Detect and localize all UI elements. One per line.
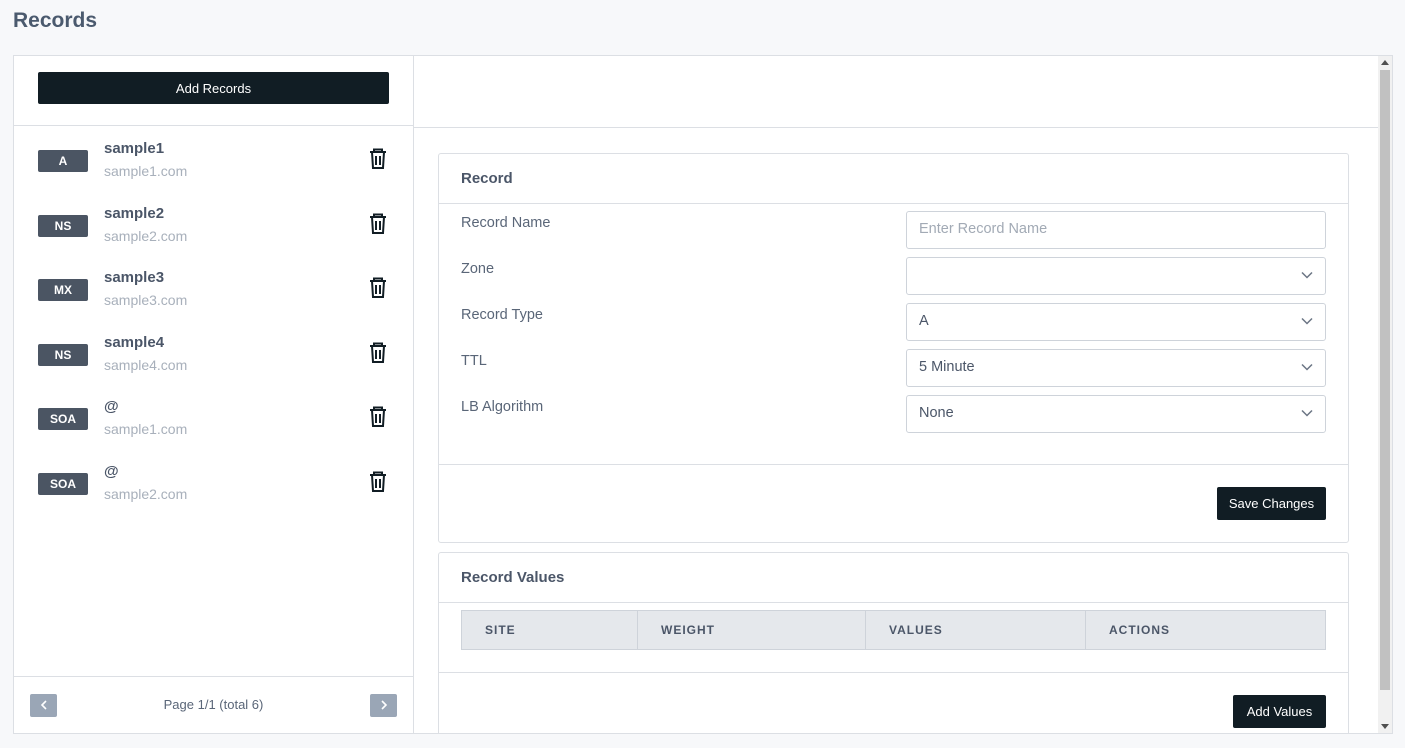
- record-item[interactable]: SOA @ sample1.com: [14, 384, 413, 449]
- record-domain: sample1.com: [104, 163, 188, 179]
- lb-algorithm-label: LB Algorithm: [461, 399, 544, 415]
- record-name-label: Record Name: [461, 215, 551, 231]
- trash-icon[interactable]: [368, 406, 388, 428]
- chevron-down-icon: [1301, 409, 1313, 417]
- add-records-button[interactable]: Add Records: [38, 72, 389, 104]
- sidebar-header: Add Records: [14, 56, 413, 126]
- zone-select[interactable]: [906, 257, 1326, 295]
- record-type-label: Record Type: [461, 307, 543, 323]
- values-table-header: SITE WEIGHT VALUES ACTIONS: [461, 610, 1326, 650]
- scroll-down-icon[interactable]: [1381, 724, 1389, 729]
- lb-algorithm-row: LB Algorithm None: [439, 388, 1348, 434]
- pagination-text: Page 1/1 (total 6): [163, 697, 264, 712]
- record-name: @: [104, 462, 119, 480]
- next-page-button[interactable]: [370, 694, 397, 717]
- record-type-badge: A: [38, 150, 88, 172]
- record-type-badge: MX: [38, 279, 88, 301]
- add-values-button[interactable]: Add Values: [1233, 695, 1326, 728]
- column-actions: ACTIONS: [1109, 623, 1170, 637]
- record-type-badge: NS: [38, 343, 88, 366]
- chevron-right-icon: [380, 700, 387, 710]
- record-item[interactable]: SOA @ sample2.com: [14, 449, 413, 514]
- pagination: Page 1/1 (total 6): [14, 676, 413, 733]
- chevron-down-icon: [1301, 317, 1313, 325]
- record-item[interactable]: A sample1 sample1.com: [14, 126, 413, 191]
- lb-algorithm-select[interactable]: None: [906, 395, 1326, 433]
- records-sidebar: Add Records A sample1 sample1.com NS sam…: [14, 56, 414, 733]
- record-values-title: Record Values: [439, 553, 1348, 603]
- trash-icon[interactable]: [368, 213, 388, 235]
- record-type-badge: SOA: [38, 472, 88, 495]
- trash-icon[interactable]: [368, 277, 388, 299]
- record-item[interactable]: NS sample4 sample4.com: [14, 320, 413, 385]
- ttl-select[interactable]: 5 Minute: [906, 349, 1326, 387]
- record-domain: sample2.com: [104, 227, 188, 244]
- record-name: @: [104, 398, 119, 415]
- record-card-footer: Save Changes: [439, 464, 1348, 542]
- record-name: sample4: [104, 333, 165, 351]
- record-domain: sample1.com: [104, 421, 188, 437]
- record-name: sample2: [104, 204, 165, 222]
- record-card-title: Record: [439, 154, 1348, 204]
- scroll-thumb[interactable]: [1380, 70, 1390, 690]
- record-type-badge: NS: [38, 214, 88, 237]
- record-domain: sample4.com: [104, 356, 188, 373]
- record-name-row: Record Name Enter Record Name: [439, 204, 1348, 250]
- record-name: sample3: [104, 269, 165, 286]
- chevron-down-icon: [1301, 363, 1313, 371]
- record-detail-panel: Record Record Name Enter Record Name Zon…: [414, 56, 1378, 733]
- trash-icon[interactable]: [368, 471, 388, 493]
- records-list: A sample1 sample1.com NS sample2 sample2…: [14, 126, 413, 513]
- detail-header: [414, 56, 1378, 128]
- record-type-value: A: [919, 313, 929, 329]
- record-card: Record Record Name Enter Record Name Zon…: [438, 153, 1349, 543]
- record-name-input[interactable]: Enter Record Name: [906, 211, 1326, 249]
- record-name: sample1: [104, 140, 165, 157]
- save-changes-button[interactable]: Save Changes: [1217, 487, 1326, 520]
- records-frame: Add Records A sample1 sample1.com NS sam…: [13, 55, 1393, 734]
- record-values-footer: Add Values: [439, 672, 1348, 733]
- zone-row: Zone: [439, 250, 1348, 296]
- record-type-badge: SOA: [38, 408, 88, 430]
- trash-icon[interactable]: [368, 342, 388, 364]
- page-title: Records: [13, 9, 98, 32]
- scroll-up-icon[interactable]: [1381, 60, 1389, 65]
- ttl-label: TTL: [461, 353, 487, 369]
- column-site: SITE: [462, 611, 638, 649]
- column-weight: WEIGHT: [638, 611, 866, 649]
- record-domain: sample2.com: [104, 485, 188, 502]
- scrollbar[interactable]: [1378, 56, 1392, 733]
- zone-label: Zone: [461, 261, 495, 277]
- record-type-row: Record Type A: [439, 296, 1348, 342]
- column-values: VALUES: [866, 611, 1086, 649]
- record-domain: sample3.com: [104, 292, 188, 308]
- trash-icon[interactable]: [368, 148, 388, 170]
- ttl-value: 5 Minute: [919, 359, 975, 375]
- chevron-down-icon: [1301, 271, 1313, 279]
- ttl-row: TTL 5 Minute: [439, 342, 1348, 388]
- record-item[interactable]: MX sample3 sample3.com: [14, 255, 413, 320]
- lb-algorithm-value: None: [919, 405, 954, 421]
- record-item[interactable]: NS sample2 sample2.com: [14, 191, 413, 256]
- record-type-select[interactable]: A: [906, 303, 1326, 341]
- record-values-card: Record Values SITE WEIGHT VALUES ACTIONS…: [438, 552, 1349, 733]
